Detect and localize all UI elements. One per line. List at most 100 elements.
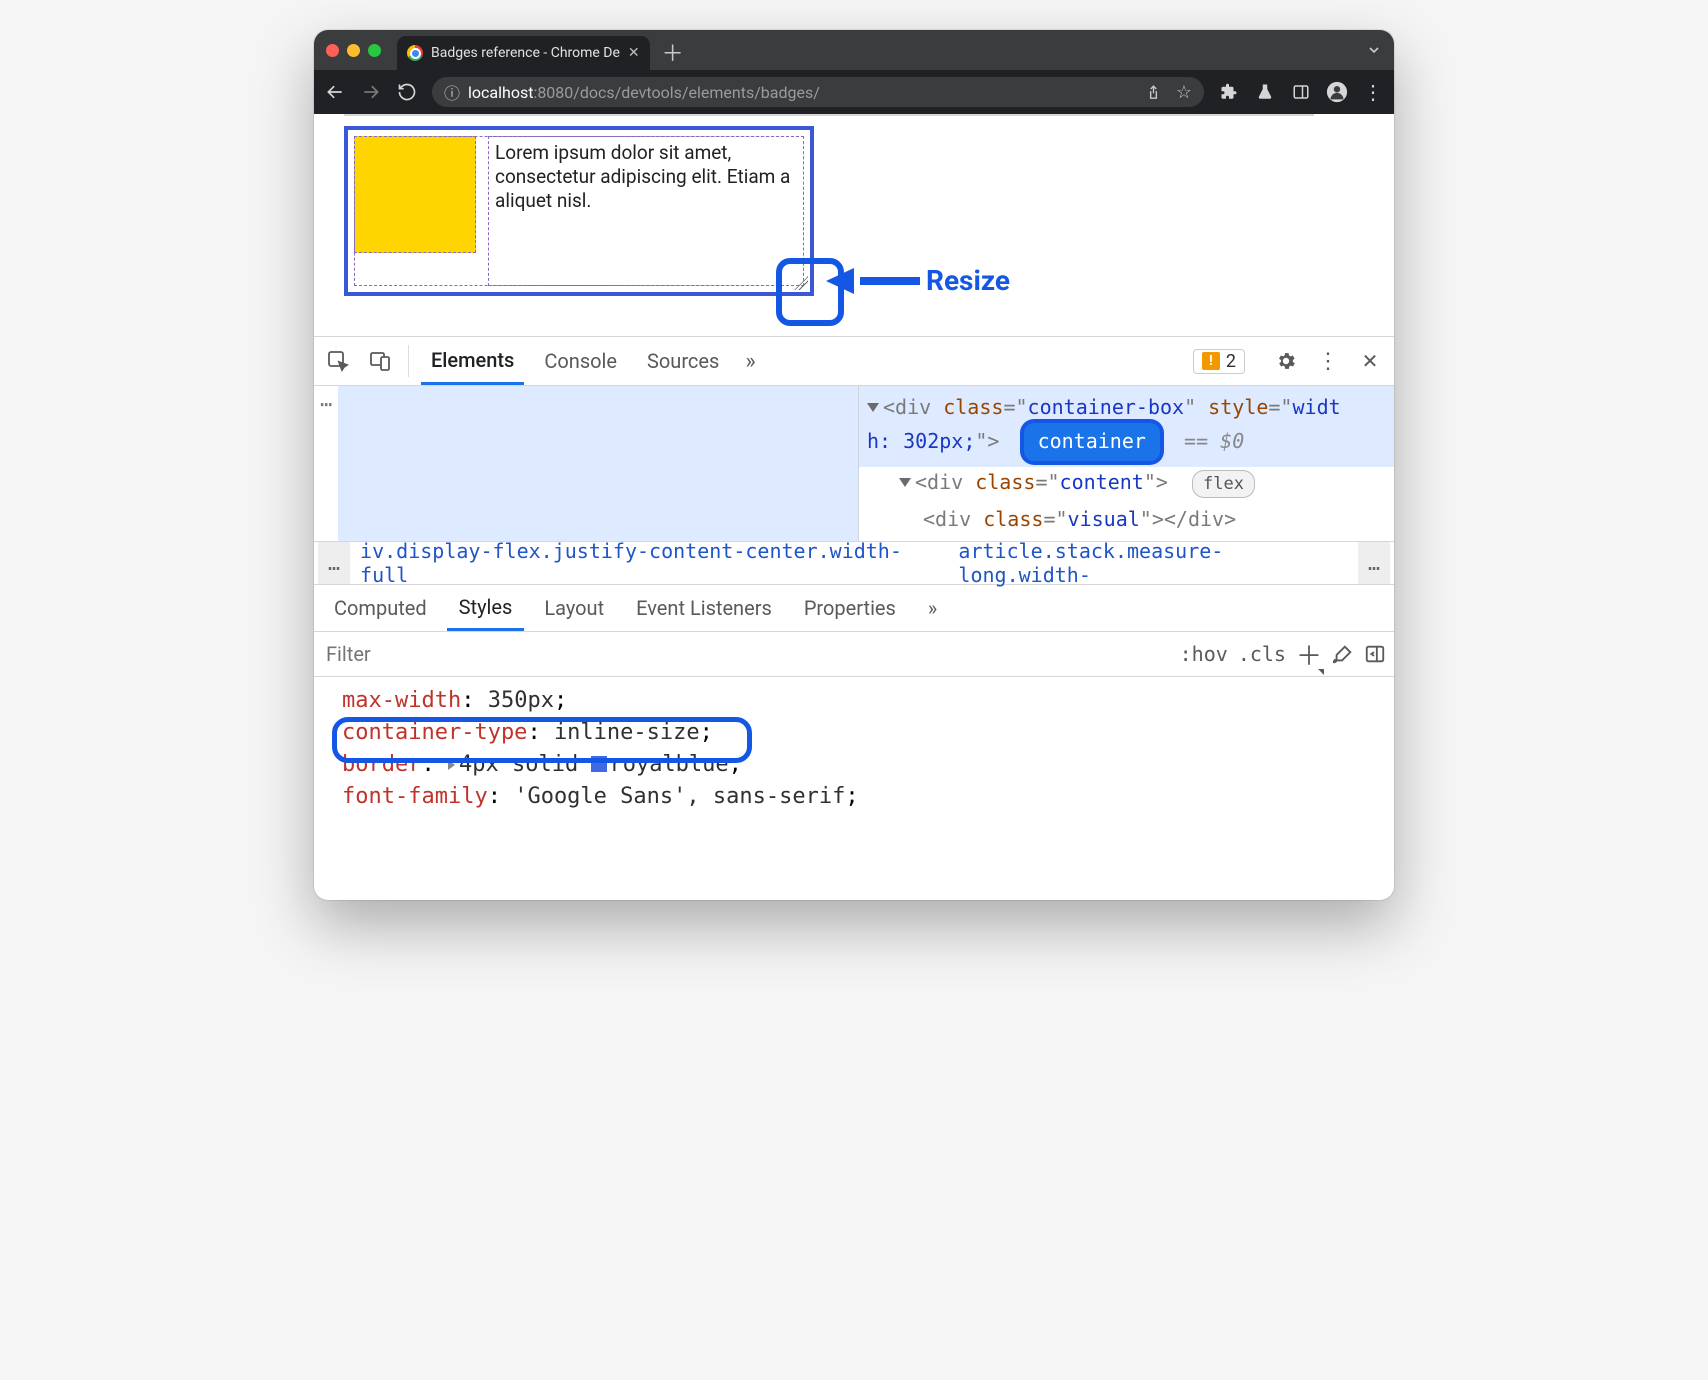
- container-box[interactable]: Lorem ipsum dolor sit amet, consectetur …: [344, 126, 814, 296]
- url-port: :8080: [533, 83, 573, 102]
- more-subtabs-icon[interactable]: »: [916, 585, 949, 631]
- tab-strip: Badges reference - Chrome De ✕ ＋: [397, 30, 684, 70]
- token: ">: [1140, 507, 1164, 531]
- css-prop-value: 'Google Sans', sans-serif: [514, 784, 845, 809]
- traffic-close-icon[interactable]: [326, 44, 339, 57]
- new-tab-button[interactable]: ＋: [662, 36, 684, 68]
- token: <div: [923, 507, 983, 531]
- dom-node-container-box[interactable]: <div class="container-box" style="widt h…: [859, 386, 1394, 467]
- share-icon[interactable]: [1145, 84, 1162, 101]
- tab-overflow-icon[interactable]: [1366, 42, 1382, 58]
- token: visual: [1068, 507, 1140, 531]
- side-panel-icon[interactable]: [1290, 81, 1312, 103]
- token: =": [1268, 395, 1292, 419]
- token: class: [975, 470, 1035, 494]
- new-style-rule-icon[interactable]: ＋: [1296, 636, 1322, 673]
- dom-tree[interactable]: ⋯ <div class="container-box" style="widt…: [314, 386, 1394, 541]
- toggle-sidebar-icon[interactable]: [1364, 643, 1386, 665]
- token: class: [983, 507, 1043, 531]
- token: =": [1035, 470, 1059, 494]
- paint-brush-icon[interactable]: [1332, 643, 1354, 665]
- token: widt: [1292, 395, 1340, 419]
- issues-count: 2: [1226, 351, 1236, 372]
- traffic-minimize-icon[interactable]: [347, 44, 360, 57]
- dom-selected-spacer: [338, 386, 858, 541]
- page-viewport: Lorem ipsum dolor sit amet, consectetur …: [314, 114, 1394, 336]
- extensions-icon[interactable]: [1218, 81, 1240, 103]
- forward-button[interactable]: [360, 81, 382, 103]
- labs-icon[interactable]: [1254, 81, 1276, 103]
- dom-node-content[interactable]: <div class="content"> flex: [859, 467, 1394, 504]
- flex-badge[interactable]: flex: [1192, 470, 1255, 498]
- traffic-zoom-icon[interactable]: [368, 44, 381, 57]
- container-badge[interactable]: container: [1024, 423, 1160, 461]
- overlay-outline: [354, 136, 804, 286]
- hov-toggle[interactable]: :hov: [1180, 642, 1228, 666]
- token: class: [943, 395, 1003, 419]
- token: container-box: [1028, 395, 1185, 419]
- breadcrumb-ellipsis[interactable]: …: [1358, 542, 1390, 584]
- device-toolbar-icon[interactable]: [364, 337, 396, 385]
- settings-icon[interactable]: [1270, 350, 1302, 372]
- tab-sources[interactable]: Sources: [637, 337, 729, 385]
- styles-filter-row: :hov .cls ＋: [314, 631, 1394, 677]
- css-declaration[interactable]: font-family: 'Google Sans', sans-serif;: [342, 781, 1386, 813]
- tab-console[interactable]: Console: [534, 337, 627, 385]
- dom-node-visual[interactable]: <div class="visual"></div>: [859, 504, 1394, 541]
- issues-badge[interactable]: ! 2: [1193, 349, 1245, 374]
- css-prop-name: font-family: [342, 784, 488, 809]
- resize-annotation: Resize: [826, 264, 1010, 297]
- address-bar[interactable]: ⓘ localhost:8080/docs/devtools/elements/…: [432, 77, 1204, 107]
- close-tab-icon[interactable]: ✕: [628, 45, 640, 61]
- browser-tab[interactable]: Badges reference - Chrome De ✕: [397, 36, 650, 70]
- styles-filter-input[interactable]: [322, 641, 1170, 667]
- separator: [408, 345, 409, 377]
- selected-node-indicator: == $0: [1184, 429, 1244, 453]
- reload-button[interactable]: [396, 81, 418, 103]
- expand-triangle-icon[interactable]: [899, 478, 911, 487]
- crumb-item[interactable]: article.stack.measure-long.width-: [948, 542, 1358, 584]
- back-button[interactable]: [324, 81, 346, 103]
- devtools-toolbar-right: ! 2 ⋮ ✕: [1193, 337, 1386, 385]
- token: =": [1043, 507, 1067, 531]
- toolbar: ⓘ localhost:8080/docs/devtools/elements/…: [314, 70, 1394, 114]
- token: <div: [883, 395, 943, 419]
- decorative-line: [344, 114, 1314, 116]
- subtab-properties[interactable]: Properties: [792, 585, 908, 631]
- breadcrumb-ellipsis[interactable]: …: [318, 542, 350, 584]
- css-prop-value: 350px: [488, 688, 554, 713]
- inspect-element-icon[interactable]: [322, 337, 354, 385]
- token: ": [1184, 395, 1208, 419]
- site-info-icon[interactable]: ⓘ: [444, 80, 460, 104]
- cls-toggle[interactable]: .cls: [1238, 642, 1286, 666]
- dom-breadcrumb[interactable]: … iv.display-flex.justify-content-center…: [314, 541, 1394, 584]
- subtab-event-listeners[interactable]: Event Listeners: [624, 585, 784, 631]
- toolbar-right: ⋮: [1218, 81, 1384, 103]
- profile-icon[interactable]: [1326, 81, 1348, 103]
- warning-icon: !: [1202, 352, 1220, 370]
- styles-subtabs: Computed Styles Layout Event Listeners P…: [314, 584, 1394, 631]
- token: =": [1003, 395, 1027, 419]
- arrow-tail: [860, 277, 920, 285]
- subtab-styles[interactable]: Styles: [447, 585, 525, 631]
- devtools-toolbar: Elements Console Sources » ! 2 ⋮ ✕: [314, 336, 1394, 386]
- subtab-layout[interactable]: Layout: [532, 585, 616, 631]
- token: ">: [1144, 470, 1168, 494]
- crumb-item[interactable]: iv.display-flex.justify-content-center.w…: [350, 542, 948, 584]
- css-declaration[interactable]: max-width: 350px;: [342, 685, 1386, 717]
- styles-properties[interactable]: max-width: 350px; container-type: inline…: [314, 677, 1394, 813]
- chrome-logo-icon: [407, 45, 423, 61]
- bookmark-icon[interactable]: ☆: [1176, 82, 1192, 103]
- token: style: [1208, 395, 1268, 419]
- annotation-highlight: [332, 717, 752, 763]
- tab-elements[interactable]: Elements: [421, 337, 524, 385]
- expand-triangle-icon[interactable]: [867, 403, 879, 412]
- devtools-menu-icon[interactable]: ⋮: [1312, 349, 1344, 374]
- subtab-computed[interactable]: Computed: [322, 585, 439, 631]
- token: ">: [975, 429, 999, 453]
- dom-ellipsis-icon[interactable]: ⋯: [314, 386, 338, 541]
- resize-label: Resize: [926, 264, 1010, 297]
- kebab-menu-icon[interactable]: ⋮: [1362, 81, 1384, 103]
- close-devtools-icon[interactable]: ✕: [1354, 349, 1386, 373]
- more-tabs-icon[interactable]: »: [739, 337, 761, 385]
